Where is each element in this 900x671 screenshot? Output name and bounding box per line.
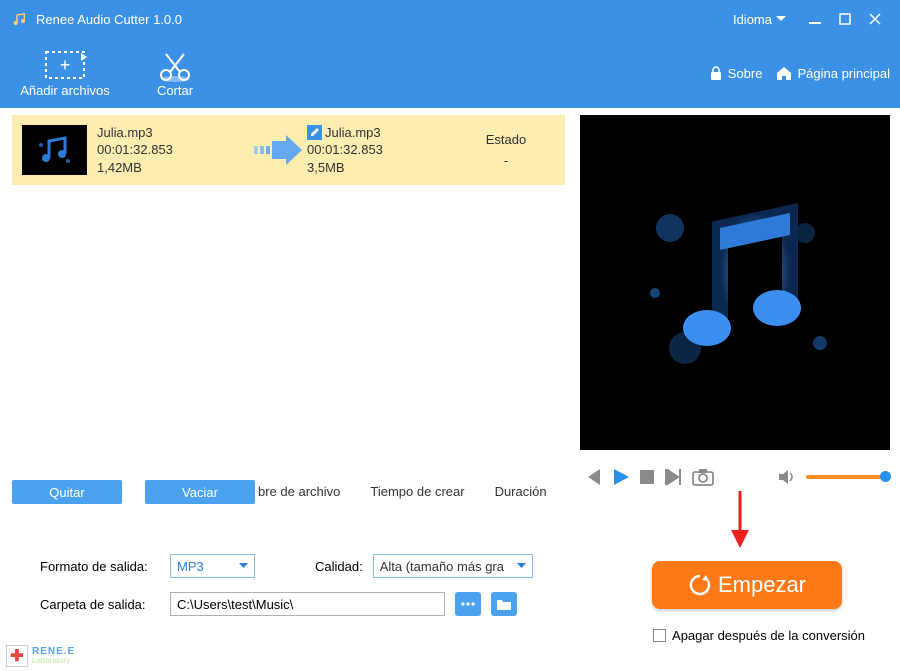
close-button[interactable] <box>860 4 890 34</box>
language-label: Idioma <box>733 12 772 27</box>
destination-duration: 00:01:32.853 <box>307 141 447 159</box>
player-stop-button[interactable] <box>640 470 654 484</box>
cut-label: Cortar <box>157 83 193 98</box>
ellipsis-icon <box>461 599 475 609</box>
quality-select[interactable]: Alta (tamaño más gra <box>373 554 533 578</box>
app-title: Renee Audio Cutter 1.0.0 <box>36 12 182 27</box>
home-label: Página principal <box>797 66 890 81</box>
clear-button[interactable]: Vaciar <box>145 480 255 504</box>
status-header: Estado <box>447 132 565 147</box>
destination-filename: Julia.mp3 <box>325 124 381 142</box>
source-duration: 00:01:32.853 <box>97 141 252 159</box>
about-link[interactable]: Sobre <box>709 66 763 81</box>
home-icon <box>776 66 792 80</box>
folder-icon <box>496 598 512 610</box>
chevron-down-icon <box>239 563 248 569</box>
output-format-select[interactable]: MP3 <box>170 554 255 578</box>
source-thumbnail <box>22 125 87 175</box>
cut-button[interactable]: Cortar <box>120 39 230 107</box>
column-filename: bre de archivo <box>258 484 340 499</box>
add-files-label: Añadir archivos <box>20 83 110 98</box>
remove-button[interactable]: Quitar <box>12 480 122 504</box>
destination-info: Julia.mp3 00:01:32.853 3,5MB <box>307 124 447 177</box>
shutdown-checkbox[interactable] <box>653 629 666 642</box>
player-next-button[interactable] <box>664 469 682 485</box>
chevron-down-icon <box>517 563 526 569</box>
scissors-icon <box>157 49 193 83</box>
output-folder-label: Carpeta de salida: <box>40 597 160 612</box>
player-play-button[interactable] <box>612 468 630 486</box>
volume-slider[interactable] <box>806 475 886 479</box>
add-files-button[interactable]: + Añadir archivos <box>10 39 120 107</box>
player-prev-button[interactable] <box>584 469 602 485</box>
destination-size: 3,5MB <box>307 159 447 177</box>
status-value: - <box>447 153 565 168</box>
music-note-icon <box>625 173 845 393</box>
brand-logo: ✚ RENE.E Laboratory <box>6 645 75 667</box>
column-duration: Duración <box>495 484 547 499</box>
volume-icon[interactable] <box>778 469 796 485</box>
open-folder-button[interactable] <box>491 592 517 616</box>
start-button[interactable]: Empezar <box>652 561 842 609</box>
shutdown-label: Apagar después de la conversión <box>672 628 865 643</box>
maximize-button[interactable] <box>830 4 860 34</box>
language-selector[interactable]: Idioma <box>733 12 786 27</box>
conversion-arrow-icon <box>252 135 307 165</box>
chevron-down-icon <box>776 16 786 22</box>
output-folder-input[interactable] <box>170 592 445 616</box>
file-list-row[interactable]: Julia.mp3 00:01:32.853 1,42MB Julia.mp3 … <box>12 115 565 185</box>
add-files-icon: + <box>43 49 87 83</box>
minimize-button[interactable] <box>800 4 830 34</box>
column-created: Tiempo de crear <box>370 484 464 499</box>
refresh-icon <box>688 573 712 597</box>
preview-panel <box>580 115 890 450</box>
home-link[interactable]: Página principal <box>776 66 890 81</box>
app-logo-icon <box>10 10 28 28</box>
player-controls <box>580 460 890 494</box>
svg-text:+: + <box>60 55 71 75</box>
volume-thumb[interactable] <box>880 471 891 482</box>
edit-icon[interactable] <box>307 125 322 140</box>
source-filename: Julia.mp3 <box>97 124 252 142</box>
source-info: Julia.mp3 00:01:32.853 1,42MB <box>97 124 252 177</box>
output-format-label: Formato de salida: <box>40 559 160 574</box>
source-size: 1,42MB <box>97 159 252 177</box>
lock-icon <box>709 66 723 80</box>
snapshot-button[interactable] <box>692 468 714 486</box>
quality-label: Calidad: <box>315 559 363 574</box>
annotation-arrow <box>725 486 755 556</box>
about-label: Sobre <box>728 66 763 81</box>
plus-icon: ✚ <box>6 645 28 667</box>
browse-button[interactable] <box>455 592 481 616</box>
